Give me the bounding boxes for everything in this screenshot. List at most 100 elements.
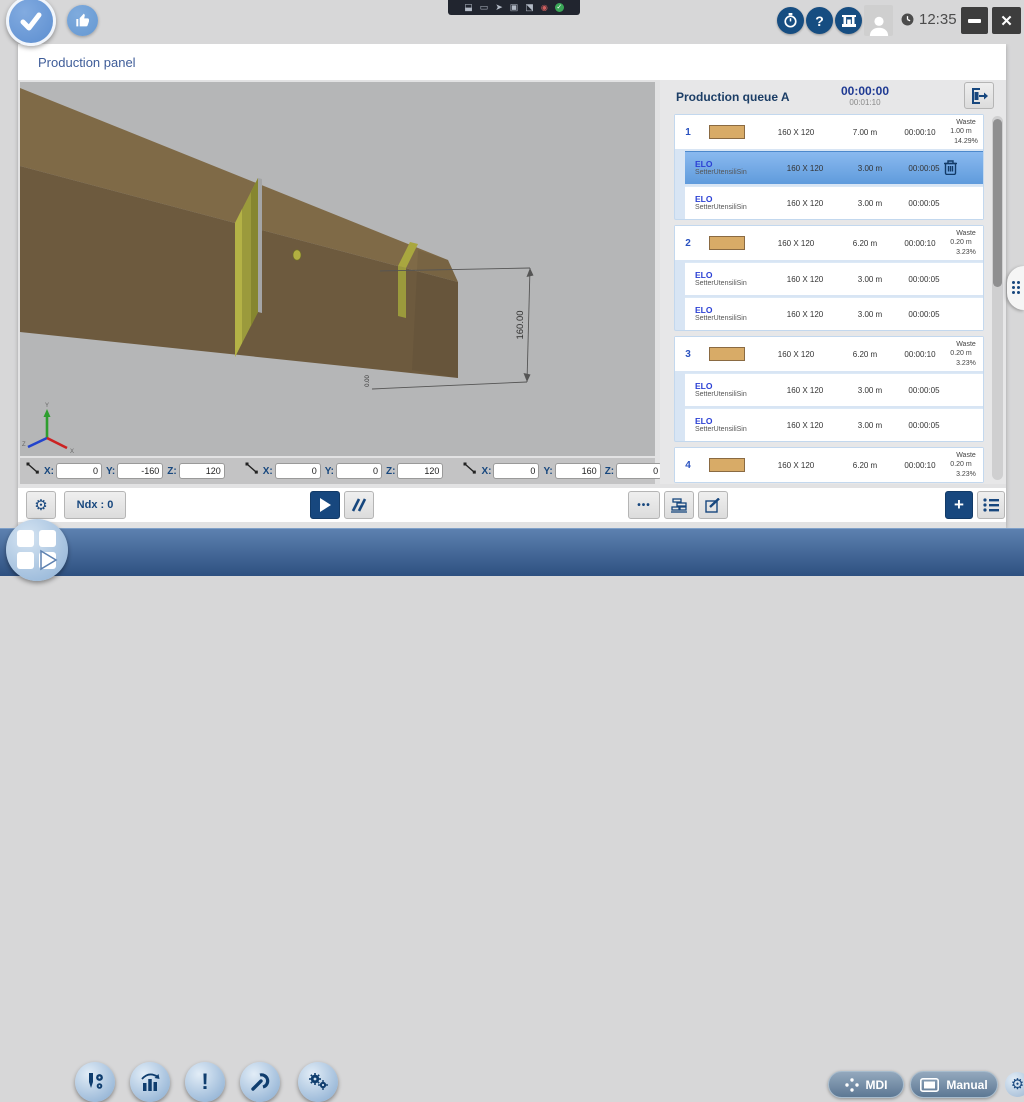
confirm-button[interactable] <box>6 0 56 46</box>
queue-item[interactable]: ELOSetterUtensiliSin160 X 1203.00 m00:00… <box>685 373 983 406</box>
item-name-cell: ELOSetterUtensiliSin <box>685 270 765 289</box>
snip-icon[interactable]: ⬔ <box>525 3 534 12</box>
group-number: 2 <box>675 238 701 249</box>
group-size: 160 X 120 <box>753 350 839 359</box>
swatch-cell <box>701 236 753 250</box>
item-description: SetterUtensiliSin <box>695 315 765 323</box>
close-button[interactable]: ✕ <box>992 7 1021 34</box>
export-queue-button[interactable] <box>964 82 994 109</box>
item-name-cell: ELOSetterUtensiliSin <box>685 305 765 324</box>
queue-scrollbar[interactable] <box>992 116 1003 480</box>
ndx-button[interactable]: Ndx : 0 <box>64 491 126 519</box>
coord-input-x-3[interactable] <box>493 463 539 479</box>
erase-button[interactable] <box>344 491 374 519</box>
waste-amount: 1.00 m <box>950 127 971 136</box>
nesting-button[interactable] <box>664 491 694 519</box>
ok-icon[interactable]: ✓ <box>555 3 564 12</box>
user-avatar[interactable] <box>864 5 893 36</box>
machine-button[interactable] <box>835 7 862 34</box>
manual-mode-button[interactable]: Manual <box>910 1071 998 1098</box>
thumbs-up-button[interactable] <box>67 5 98 36</box>
item-name: ELO <box>695 416 765 426</box>
settings-taskbar-button[interactable] <box>298 1062 338 1102</box>
side-panel-handle[interactable] <box>1007 266 1024 310</box>
item-size: 160 X 120 <box>765 310 845 319</box>
taskbar-gear-button[interactable]: ⚙ <box>1005 1072 1024 1097</box>
camera-icon[interactable]: ▭ <box>480 3 489 12</box>
record-icon[interactable]: ◉ <box>541 3 548 12</box>
queue-group-2: 2160 X 1206.20 m00:00:10Waste0.20 m3.23%… <box>674 225 984 331</box>
item-description: SetterUtensiliSin <box>695 204 765 212</box>
group-time: 00:00:10 <box>891 461 949 470</box>
coord-field: X: <box>44 463 102 479</box>
coord-input-x-1[interactable] <box>56 463 102 479</box>
tooling-button[interactable] <box>75 1062 115 1102</box>
coord-group-2: X:Y:Z: <box>245 462 444 480</box>
play-button[interactable] <box>310 491 340 519</box>
coord-label: Z: <box>605 466 614 477</box>
minimize-button[interactable] <box>961 7 988 34</box>
item-length: 3.00 m <box>845 310 895 319</box>
list-view-button[interactable] <box>977 491 1005 519</box>
queue-group-header[interactable]: 3160 X 1206.20 m00:00:10Waste0.20 m3.23% <box>675 337 983 371</box>
group-length: 7.00 m <box>839 128 891 137</box>
more-options-button[interactable]: ••• <box>628 491 660 519</box>
add-button[interactable]: + <box>945 491 973 519</box>
group-length: 6.20 m <box>839 239 891 248</box>
item-length: 3.00 m <box>845 164 895 173</box>
queue-group-header[interactable]: 2160 X 1206.20 m00:00:10Waste0.20 m3.23% <box>675 226 983 260</box>
settings-button[interactable]: ⚙ <box>26 491 56 519</box>
coord-input-x-2[interactable] <box>275 463 321 479</box>
coord-input-y-1[interactable] <box>117 463 163 479</box>
help-button[interactable]: ? <box>806 7 833 34</box>
queue-item[interactable]: ELOSetterUtensiliSin160 X 1203.00 m00:00… <box>685 408 983 441</box>
scrollbar-thumb[interactable] <box>993 119 1002 287</box>
queue-item[interactable]: ELOSetterUtensiliSin160 X 1203.00 m00:00… <box>685 297 983 330</box>
queue-item[interactable]: ELOSetterUtensiliSin160 X 1203.00 m00:00… <box>685 186 983 219</box>
coord-label: X: <box>263 466 273 477</box>
gears-icon <box>306 1071 330 1093</box>
coord-label: Y: <box>325 466 334 477</box>
item-length: 3.00 m <box>845 386 895 395</box>
waste-values: 0.20 m3.23% <box>949 238 983 256</box>
waste-percent: 3.23% <box>956 471 976 478</box>
coord-input-z-3[interactable] <box>616 463 662 479</box>
statistics-button[interactable] <box>130 1062 170 1102</box>
item-name-cell: ELOSetterUtensiliSin <box>685 159 765 178</box>
group-waste: Waste0.20 m3.23% <box>949 229 983 256</box>
edit-icon <box>705 498 721 513</box>
home-production-button[interactable] <box>6 519 68 581</box>
mdi-mode-button[interactable]: MDI <box>828 1071 904 1098</box>
mdi-icon <box>845 1078 859 1092</box>
queue-group-header[interactable]: 4160 X 1206.20 m00:00:10Waste0.20 m3.23% <box>675 448 983 482</box>
coord-group-1: X:Y:Z: <box>26 462 225 480</box>
coord-input-z-1[interactable] <box>179 463 225 479</box>
timer-button[interactable] <box>777 7 804 34</box>
screen-share-icon[interactable]: ⬓ <box>464 3 473 12</box>
group-length: 6.20 m <box>839 350 891 359</box>
waste-amount: 0.20 m <box>950 238 971 247</box>
group-size: 160 X 120 <box>753 239 839 248</box>
item-size: 160 X 120 <box>765 164 845 173</box>
group-time: 00:00:10 <box>891 350 949 359</box>
swatch-cell <box>701 458 753 472</box>
swatch-cell <box>701 347 753 361</box>
svg-text:Z: Z <box>22 442 26 448</box>
alarms-button[interactable]: ! <box>185 1062 225 1102</box>
clock-time: 12:35 <box>919 11 957 28</box>
3d-viewport[interactable]: 160.00 0.00 Y X Z <box>20 82 655 456</box>
queue-item[interactable]: ELOSetterUtensiliSin160 X 1203.00 m00:00… <box>685 262 983 295</box>
edit-button[interactable] <box>698 491 728 519</box>
group-length: 6.20 m <box>839 461 891 470</box>
coord-input-y-2[interactable] <box>336 463 382 479</box>
queue-group-header[interactable]: 1160 X 1207.00 m00:00:10Waste1.00 m14.29… <box>675 115 983 149</box>
cursor-icon[interactable]: ➤ <box>495 3 503 12</box>
coord-input-z-2[interactable] <box>397 463 443 479</box>
maintenance-button[interactable] <box>240 1062 280 1102</box>
drill-gears-icon <box>84 1071 106 1093</box>
window-icon[interactable]: ▣ <box>510 3 519 12</box>
queue-item-selected[interactable]: ELOSetterUtensiliSin160 X 1203.00 m00:00… <box>685 151 983 184</box>
waste-label: Waste <box>949 451 983 460</box>
delete-item-button[interactable] <box>943 159 958 177</box>
coord-input-y-3[interactable] <box>555 463 601 479</box>
